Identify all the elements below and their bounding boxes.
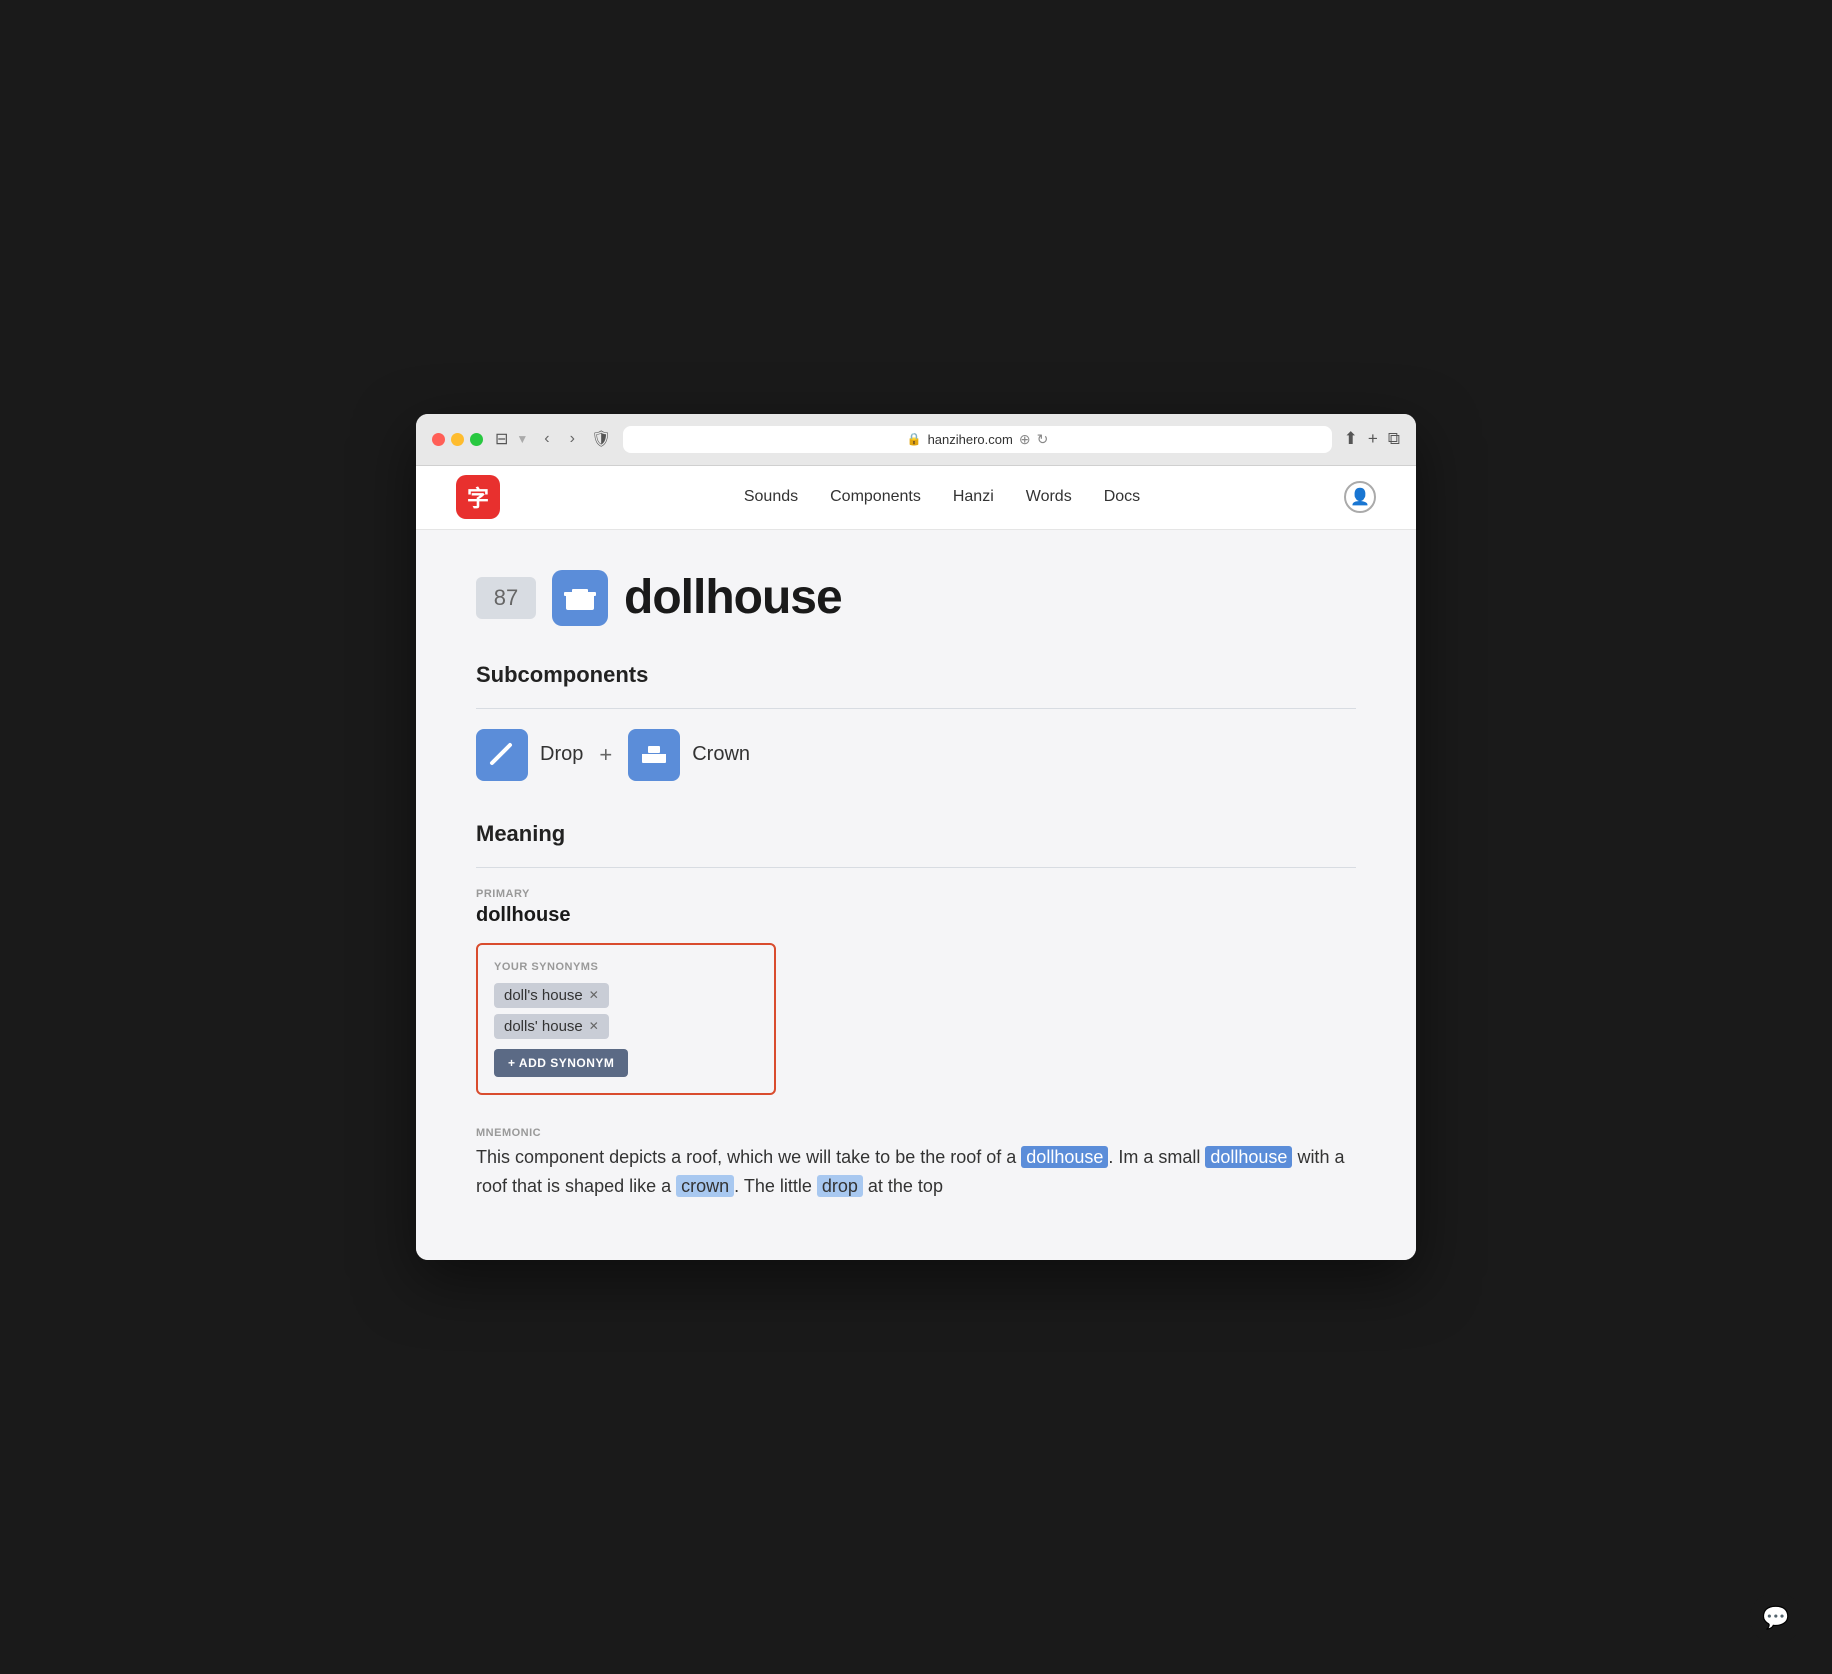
subcomponent-crown[interactable]: Crown	[628, 729, 750, 781]
logo-container[interactable]: 字	[456, 475, 500, 519]
nav-components[interactable]: Components	[830, 480, 921, 514]
refresh-icon[interactable]: ↻	[1037, 431, 1049, 448]
back-button[interactable]: ‹	[540, 428, 553, 450]
shield-icon: 🛡	[591, 429, 611, 449]
main-content: 87 dollhouse Subcomponents	[416, 530, 1416, 1261]
primary-meaning: dollhouse	[476, 904, 1356, 927]
highlight-dollhouse-2: dollhouse	[1205, 1146, 1292, 1168]
synonym-tags: doll's house ✕ dolls' house ✕	[494, 983, 758, 1039]
mnemonic-label: MNEMONIC	[476, 1127, 1356, 1139]
mnemonic-section: MNEMONIC This component depicts a roof, …	[476, 1127, 1356, 1201]
crown-label: Crown	[692, 743, 750, 766]
synonyms-box: YOUR SYNONYMS doll's house ✕ dolls' hous…	[476, 943, 776, 1095]
meaning-section: PRIMARY dollhouse YOUR SYNONYMS doll's h…	[476, 888, 1356, 1201]
synonym-text-1: dolls' house	[504, 1018, 583, 1035]
divider-subcomponents	[476, 708, 1356, 709]
user-icon[interactable]: 👤	[1344, 481, 1376, 513]
translate-icon: ⊕	[1019, 431, 1031, 448]
component-header: 87 dollhouse	[476, 570, 1356, 626]
drop-icon	[476, 729, 528, 781]
add-synonym-button[interactable]: + ADD SYNONYM	[494, 1049, 628, 1077]
primary-label: PRIMARY	[476, 888, 1356, 900]
chevron-down-icon: ▼	[516, 432, 528, 446]
remove-synonym-1[interactable]: ✕	[589, 1019, 599, 1033]
browser-controls: ⊟ ▼	[495, 429, 528, 449]
crown-symbol	[638, 739, 670, 771]
lock-icon: 🔒	[907, 432, 922, 446]
logo: 字	[456, 475, 500, 519]
subcomponents-list: Drop + Crown	[476, 729, 1356, 781]
subcomponent-drop[interactable]: Drop	[476, 729, 583, 781]
chat-icon: 💬	[1762, 1605, 1789, 1631]
nav-hanzi[interactable]: Hanzi	[953, 480, 994, 514]
nav-sounds[interactable]: Sounds	[744, 480, 798, 514]
new-tab-icon[interactable]: +	[1368, 429, 1378, 449]
browser-chrome: ⊟ ▼ ‹ › 🛡 🔒 hanzihero.com ⊕ ↻ ⬆ + ⧉	[416, 414, 1416, 466]
chat-button[interactable]: 💬	[1750, 1592, 1802, 1644]
highlight-crown: crown	[676, 1175, 734, 1197]
meaning-heading: Meaning	[476, 821, 1356, 847]
drop-label: Drop	[540, 743, 583, 766]
synonym-tag-1: dolls' house ✕	[494, 1014, 609, 1039]
component-title: dollhouse	[624, 570, 842, 625]
synonym-text-0: doll's house	[504, 987, 583, 1004]
highlight-dollhouse-1: dollhouse	[1021, 1146, 1108, 1168]
synonym-tag-0: doll's house ✕	[494, 983, 609, 1008]
component-icon	[552, 570, 608, 626]
dollhouse-icon	[562, 580, 598, 616]
sidebar-icon[interactable]: ⊟	[495, 429, 508, 449]
remove-synonym-0[interactable]: ✕	[589, 988, 599, 1002]
nav-words[interactable]: Words	[1026, 480, 1072, 514]
traffic-lights	[432, 433, 483, 446]
drop-symbol	[486, 739, 518, 771]
plus-separator: +	[599, 742, 612, 768]
browser-window: ⊟ ▼ ‹ › 🛡 🔒 hanzihero.com ⊕ ↻ ⬆ + ⧉ 字 So…	[416, 414, 1416, 1261]
forward-button[interactable]: ›	[566, 428, 579, 450]
nav-docs[interactable]: Docs	[1104, 480, 1140, 514]
synonyms-title: YOUR SYNONYMS	[494, 961, 758, 973]
subcomponents-heading: Subcomponents	[476, 662, 1356, 688]
divider-meaning	[476, 867, 1356, 868]
minimize-button[interactable]	[451, 433, 464, 446]
component-number: 87	[476, 577, 536, 619]
url-text: hanzihero.com	[928, 432, 1013, 447]
crown-icon	[628, 729, 680, 781]
site-nav: 字 Sounds Components Hanzi Words Docs 👤	[416, 466, 1416, 530]
tabs-icon[interactable]: ⧉	[1388, 429, 1400, 449]
mnemonic-text: This component depicts a roof, which we …	[476, 1143, 1356, 1201]
browser-actions: ⬆ + ⧉	[1344, 429, 1400, 449]
nav-links: Sounds Components Hanzi Words Docs	[540, 480, 1344, 514]
address-bar[interactable]: 🔒 hanzihero.com ⊕ ↻	[623, 426, 1331, 453]
maximize-button[interactable]	[470, 433, 483, 446]
close-button[interactable]	[432, 433, 445, 446]
highlight-drop: drop	[817, 1175, 863, 1197]
share-icon[interactable]: ⬆	[1344, 429, 1358, 449]
